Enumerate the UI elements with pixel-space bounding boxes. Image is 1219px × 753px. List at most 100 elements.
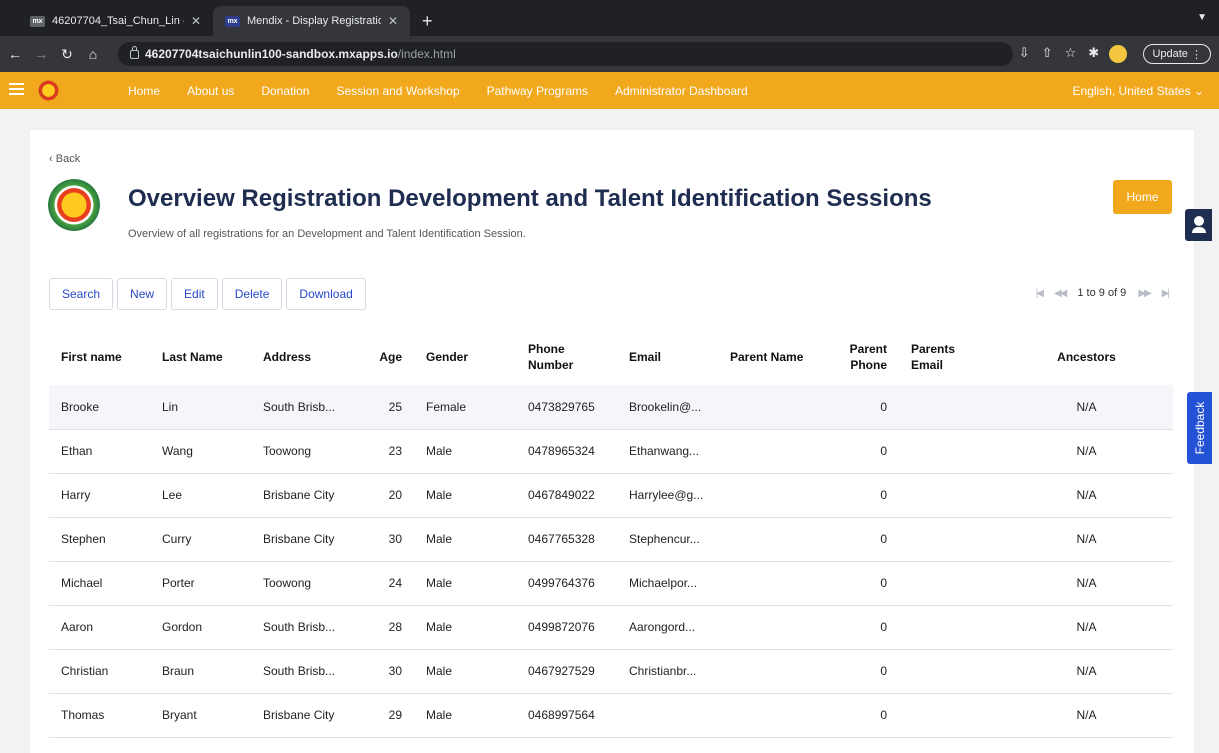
language-label: English, United States [1072, 84, 1191, 98]
pagination-status: 1 to 9 of 9 [1077, 287, 1127, 299]
share-icon[interactable]: ⇧ [1042, 45, 1053, 61]
nav-session-workshop[interactable]: Session and Workshop [336, 84, 459, 98]
mendix-favicon-icon: mx [30, 15, 45, 27]
nav-donation[interactable]: Donation [261, 84, 309, 98]
cell-first-name: Stephen [49, 517, 150, 562]
table-row[interactable]: Aaron Gordon South Brisb... 28 Male 049987207… [49, 605, 1173, 650]
cell-gender: Male [414, 649, 516, 694]
cell-age: 25 [364, 385, 414, 430]
cell-ancestors: N/A [1000, 385, 1173, 430]
cell-phone-number: 0468997564 [516, 693, 617, 738]
cell-parent-name [718, 429, 819, 474]
cell-parent-name [718, 605, 819, 650]
header-last-name[interactable]: Last Name [150, 330, 251, 385]
app-navbar: Home About us Donation Session and Works… [0, 72, 1219, 109]
install-icon[interactable]: ⇩ [1019, 45, 1030, 61]
cell-gender: Male [414, 473, 516, 518]
bookmark-star-icon[interactable]: ☆ [1065, 45, 1077, 61]
table-row[interactable]: Christian Braun South Brisb... 30 Male 046792… [49, 649, 1173, 694]
chevron-down-icon[interactable]: ▼ [1197, 12, 1207, 23]
cell-address: Toowong [251, 561, 364, 606]
cell-address: South Brisb... [251, 385, 364, 430]
cell-last-name: Gordon [150, 605, 251, 650]
table-row[interactable]: Michael Porter Toowong 24 Male 0499764376 Mich… [49, 561, 1173, 606]
cell-address: South Brisb... [251, 649, 364, 694]
language-selector[interactable]: English, United States ⌄ [1073, 84, 1204, 98]
cell-gender: Male [414, 561, 516, 606]
back-arrow-icon[interactable]: ← [4, 46, 26, 62]
edit-button[interactable]: Edit [171, 278, 218, 310]
header-parents-email[interactable]: Parents Email [899, 330, 1000, 385]
page-subtitle: Overview of all registrations for an Dev… [128, 228, 526, 240]
cell-email [617, 693, 718, 738]
address-bar[interactable]: 46207704tsaichunlin100-sandbox.mxapps.io… [118, 42, 1013, 66]
cell-first-name: Aaron [49, 605, 150, 650]
table-row[interactable]: Harry Lee Brisbane City 20 Male 0467849022 Har… [49, 473, 1173, 518]
cell-ancestors: N/A [1000, 561, 1173, 606]
header-gender[interactable]: Gender [414, 330, 516, 385]
back-link[interactable]: ‹ Back [49, 153, 80, 165]
nav-links: Home About us Donation Session and Works… [128, 72, 748, 109]
new-button[interactable]: New [117, 278, 168, 310]
table-row[interactable]: Stephen Curry Brisbane City 30 Male 046776532… [49, 517, 1173, 562]
lock-icon [130, 45, 139, 59]
chevron-down-icon: ⌄ [1193, 84, 1204, 98]
nav-about-us[interactable]: About us [187, 84, 234, 98]
cell-gender: Male [414, 429, 516, 474]
nav-pathway-programs[interactable]: Pathway Programs [487, 84, 588, 98]
first-page-icon[interactable]: |◀ [1036, 288, 1044, 299]
cell-parent-name [718, 473, 819, 518]
table-row[interactable]: Brooke Lin South Brisb... 25 Female 047382976… [49, 385, 1173, 430]
feedback-tab[interactable]: Feedback [1187, 392, 1212, 464]
table-header-row: First name Last Name Address Age Gender … [49, 330, 1173, 385]
cell-parent-name [718, 385, 819, 430]
close-icon[interactable]: ✕ [191, 14, 201, 28]
nav-administrator-dashboard[interactable]: Administrator Dashboard [615, 84, 748, 98]
table-row[interactable]: Thomas Bryant Brisbane City 29 Male 046899756… [49, 693, 1173, 738]
download-button[interactable]: Download [286, 278, 366, 310]
hamburger-icon[interactable] [9, 83, 24, 95]
cell-parent-phone: 0 [819, 605, 899, 650]
cell-parents-email [899, 517, 1000, 562]
cell-parent-phone: 0 [819, 561, 899, 606]
header-parent-phone[interactable]: Parent Phone [819, 330, 899, 385]
home-icon[interactable]: ⌂ [82, 46, 104, 62]
feedback-label: Feedback [1192, 401, 1207, 455]
cell-email: Aarongord... [617, 605, 718, 650]
previous-page-icon[interactable]: ◀◀ [1054, 288, 1067, 299]
header-ancestors[interactable]: Ancestors [1000, 330, 1173, 385]
browser-tab-2[interactable]: mx Mendix - Display Registration ✕ [213, 6, 410, 36]
user-panel-icon[interactable] [1185, 209, 1212, 241]
header-email[interactable]: Email [617, 330, 718, 385]
table-row[interactable]: Ethan Wang Toowong 23 Male 0478965324 Ethanwan… [49, 429, 1173, 474]
home-button[interactable]: Home [1113, 180, 1172, 214]
header-phone-number[interactable]: Phone Number [516, 330, 617, 385]
close-icon[interactable]: ✕ [388, 14, 398, 28]
action-toolbar: Search New Edit Delete Download [49, 278, 366, 310]
last-page-icon[interactable]: ▶| [1162, 288, 1170, 299]
header-first-name[interactable]: First name [49, 330, 150, 385]
cell-address: Toowong [251, 429, 364, 474]
header-age[interactable]: Age [364, 330, 414, 385]
forward-arrow-icon[interactable]: → [30, 46, 52, 62]
search-button[interactable]: Search [49, 278, 114, 310]
cell-age: 23 [364, 429, 414, 474]
next-page-icon[interactable]: ▶▶ [1138, 288, 1151, 299]
logo-icon[interactable] [36, 78, 61, 103]
cell-last-name: Lee [150, 473, 251, 518]
update-button[interactable]: Update ⋮ [1143, 44, 1211, 64]
browser-tab-1[interactable]: mx 46207704_Tsai_Chun_Lin - [U ✕ [18, 6, 213, 36]
new-tab-button[interactable]: + [422, 6, 433, 36]
cell-ancestors: N/A [1000, 693, 1173, 738]
nav-home[interactable]: Home [128, 84, 160, 98]
header-parent-name[interactable]: Parent Name [718, 330, 819, 385]
extensions-icon[interactable]: ✱ [1088, 45, 1099, 61]
header-address[interactable]: Address [251, 330, 364, 385]
profile-avatar[interactable] [1109, 45, 1127, 63]
cell-parents-email [899, 649, 1000, 694]
delete-button[interactable]: Delete [221, 278, 283, 310]
page-title: Overview Registration Development and Ta… [128, 185, 932, 212]
cell-parents-email [899, 561, 1000, 606]
cell-phone-number: 0473829765 [516, 385, 617, 430]
reload-icon[interactable]: ↻ [56, 46, 78, 63]
